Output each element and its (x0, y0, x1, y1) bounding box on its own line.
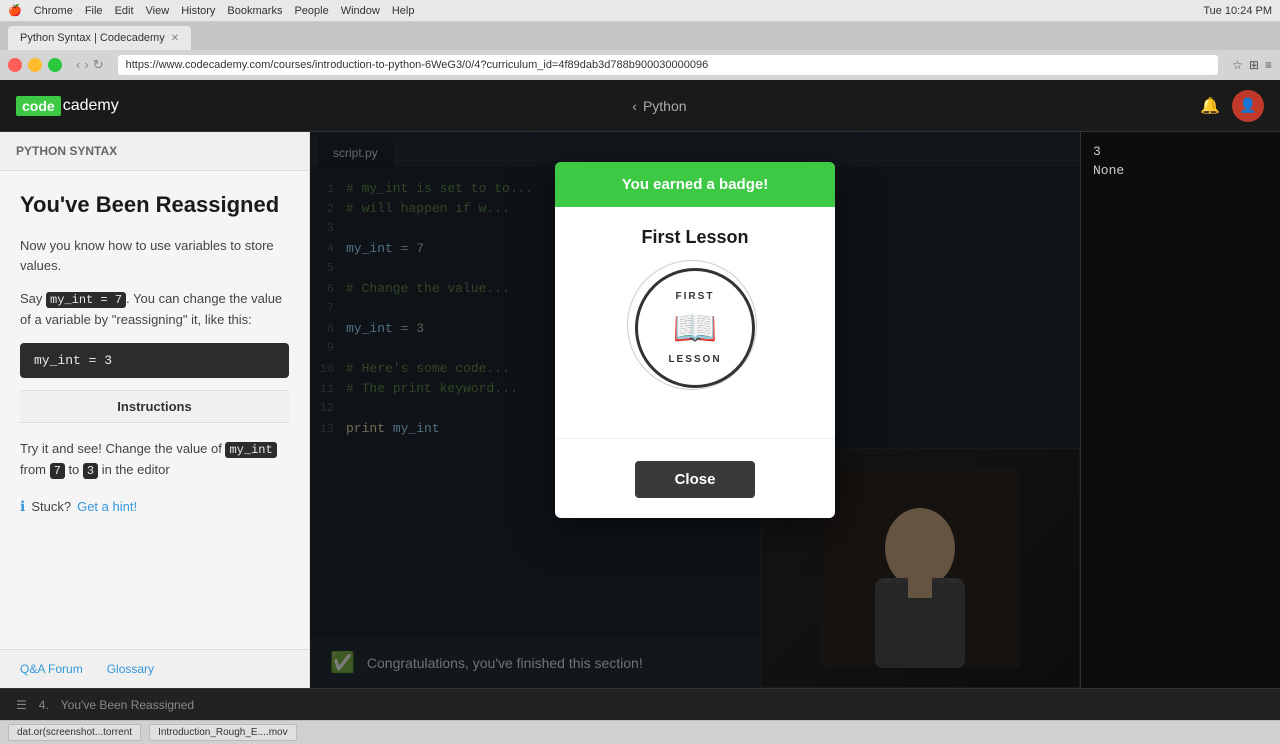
browser-minimize-btn[interactable] (28, 58, 42, 72)
browser-close-btn[interactable] (8, 58, 22, 72)
lesson-bar-number: 4. (39, 698, 49, 712)
glossary-link[interactable]: Glossary (107, 662, 154, 676)
menu-items: Chrome File Edit View History Bookmarks … (34, 5, 415, 17)
menu-icon[interactable]: ≡ (1265, 58, 1272, 72)
browser-action-icons: ☆ ⊞ ≡ (1232, 58, 1272, 72)
menu-history[interactable]: History (181, 5, 215, 17)
instr-suffix: in the editor (98, 462, 170, 477)
browser-tabs: Python Syntax | Codecademy ✕ (0, 22, 1280, 50)
code-example-block: my_int = 3 (20, 343, 289, 378)
header-course-title: ‹ Python (632, 98, 686, 114)
editor-area: script.py 1# my_int is set to to... 2# w… (310, 132, 1080, 688)
para2-code: my_int = 7 (46, 292, 126, 308)
instr-mid: from (20, 462, 50, 477)
badge-text-bottom: LESSON (668, 354, 721, 365)
badge-modal: You earned a badge! First Lesson FIRST 📖… (555, 162, 835, 518)
star-icon[interactable]: ☆ (1232, 58, 1243, 72)
instr-to-val: 3 (83, 463, 98, 479)
badge-circle: FIRST 📖 LESSON (635, 268, 755, 388)
course-name: Python (643, 98, 687, 114)
browser-fullscreen-btn[interactable] (48, 58, 62, 72)
lesson-bar-title: You've Been Reassigned (61, 698, 194, 712)
hamburger-icon[interactable]: ☰ (16, 698, 27, 712)
lesson-content: You've Been Reassigned Now you know how … (0, 171, 309, 649)
url-text: https://www.codecademy.com/courses/intro… (126, 59, 709, 71)
back-button[interactable]: ‹ (76, 57, 80, 73)
app-container: code cademy ‹ Python 🔔 👤 Python Syntax Y… (0, 80, 1280, 720)
badge-text-top: FIRST (676, 291, 715, 302)
instructions-label: Instructions (20, 390, 289, 423)
close-modal-button[interactable]: Close (635, 461, 756, 498)
forward-button[interactable]: › (84, 57, 88, 73)
modal-banner: You earned a badge! (555, 162, 835, 207)
modal-banner-text: You earned a badge! (622, 176, 768, 193)
menubar-time: Tue 10:24 PM (1203, 5, 1272, 17)
forum-link[interactable]: Q&A Forum (20, 662, 83, 676)
logo-cademy: cademy (63, 97, 119, 115)
menu-edit[interactable]: Edit (115, 5, 134, 17)
modal-body: First Lesson FIRST 📖 LESSON (555, 207, 835, 428)
output-panel: 3 None (1080, 132, 1280, 688)
badge-book-icon: 📖 (673, 307, 718, 349)
para2-prefix: Say (20, 291, 46, 306)
sidebar-footer: Q&A Forum Glossary (0, 649, 309, 688)
lesson-paragraph-2: Say my_int = 7. You can change the value… (20, 289, 289, 331)
lesson-paragraph-1: Now you know how to use variables to sto… (20, 236, 289, 278)
modal-overlay: You earned a badge! First Lesson FIRST 📖… (310, 132, 1080, 688)
instructions-text: Try it and see! Change the value of my_i… (20, 439, 289, 481)
instr-to-label: to (65, 462, 83, 477)
taskbar-item-1[interactable]: dat.or(screenshot...torrent (8, 724, 141, 741)
browser-controls: ‹ › ↻ https://www.codecademy.com/courses… (0, 50, 1280, 80)
logo: code cademy (16, 96, 119, 116)
tab-title: Python Syntax | Codecademy (20, 32, 165, 44)
lesson-bar: ☰ 4. You've Been Reassigned (0, 688, 1280, 720)
sidebar: Python Syntax You've Been Reassigned Now… (0, 132, 310, 688)
menu-help[interactable]: Help (392, 5, 415, 17)
browser-chrome: Python Syntax | Codecademy ✕ ‹ › ↻ https… (0, 22, 1280, 80)
modal-footer: Close (555, 449, 835, 518)
back-arrow-icon[interactable]: ‹ (632, 98, 637, 114)
menu-chrome[interactable]: Chrome (34, 5, 73, 17)
refresh-button[interactable]: ↻ (93, 57, 104, 73)
instr-from-val: 7 (50, 463, 65, 479)
menu-view[interactable]: View (146, 5, 170, 17)
taskbar: dat.or(screenshot...torrent Introduction… (0, 720, 1280, 744)
app-header: code cademy ‹ Python 🔔 👤 (0, 80, 1280, 132)
extensions-icon[interactable]: ⊞ (1249, 58, 1259, 72)
sidebar-section-label: Python Syntax (0, 132, 309, 171)
modal-title: First Lesson (575, 227, 815, 248)
output-line-1: 3 (1093, 144, 1268, 159)
tab-close-button[interactable]: ✕ (171, 33, 179, 44)
hint-link[interactable]: Get a hint! (77, 499, 137, 514)
output-line-2: None (1093, 163, 1268, 178)
menu-window[interactable]: Window (341, 5, 380, 17)
modal-divider (555, 438, 835, 439)
lesson-title: You've Been Reassigned (20, 191, 289, 220)
address-bar[interactable]: https://www.codecademy.com/courses/intro… (118, 55, 1219, 75)
menubar: 🍎 Chrome File Edit View History Bookmark… (0, 0, 1280, 22)
bell-icon[interactable]: 🔔 (1200, 96, 1220, 116)
header-actions: 🔔 👤 (1200, 90, 1264, 122)
menu-file[interactable]: File (85, 5, 103, 17)
content-area: Python Syntax You've Been Reassigned Now… (0, 132, 1280, 688)
browser-tab-active[interactable]: Python Syntax | Codecademy ✕ (8, 26, 191, 50)
taskbar-item-2[interactable]: Introduction_Rough_E....mov (149, 724, 297, 741)
hint-area: ℹ Stuck? Get a hint! (20, 498, 289, 515)
stuck-text: Stuck? (31, 499, 71, 514)
info-icon: ℹ (20, 498, 25, 515)
instr-prefix: Try it and see! Change the value of (20, 441, 225, 456)
apple-menu[interactable]: 🍎 (8, 4, 22, 17)
instr-code: my_int (225, 442, 276, 458)
menu-people[interactable]: People (294, 5, 328, 17)
user-avatar[interactable]: 👤 (1232, 90, 1264, 122)
menu-bookmarks[interactable]: Bookmarks (227, 5, 282, 17)
logo-code: code (16, 96, 61, 116)
browser-nav: ‹ › ↻ (76, 57, 104, 73)
